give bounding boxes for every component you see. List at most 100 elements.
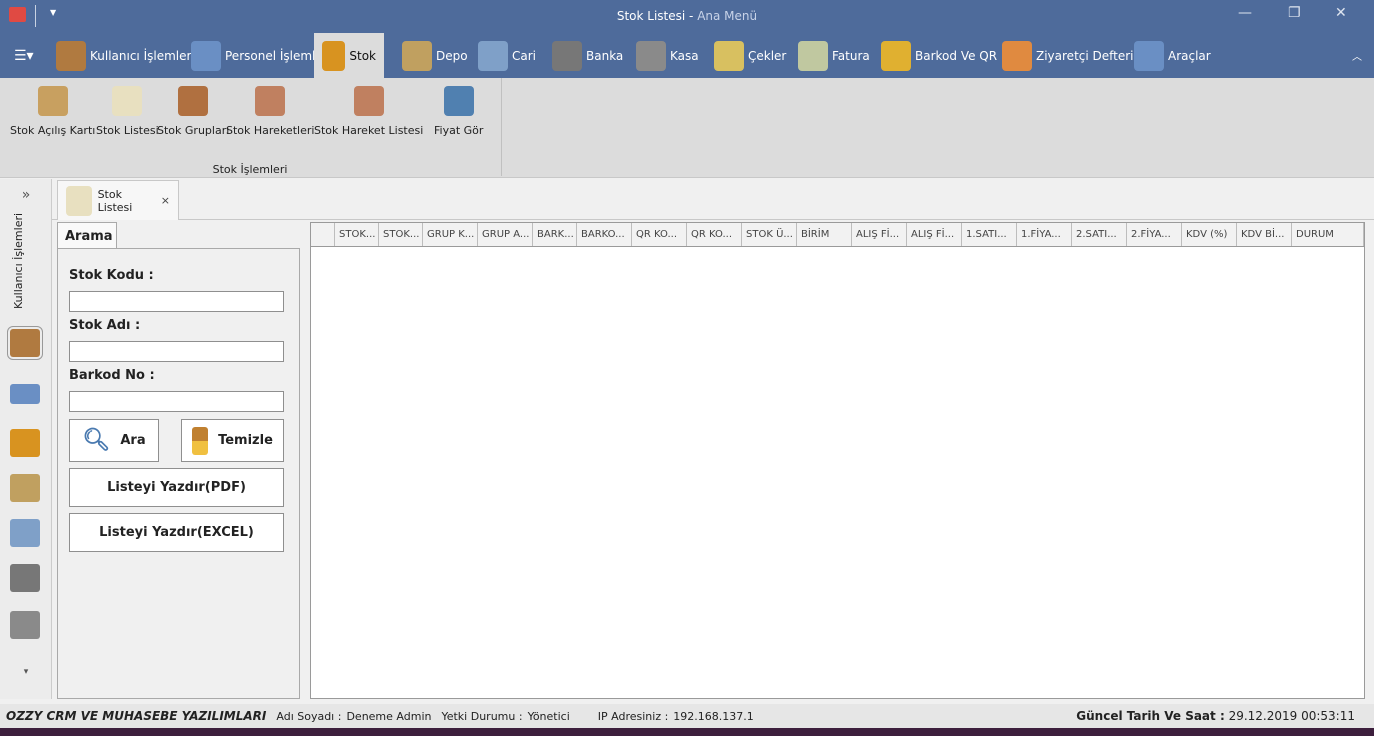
tab-label: Çekler xyxy=(748,48,787,63)
column-header[interactable]: GRUP K... xyxy=(423,223,478,246)
tab-kullanıcı-i-şlemleri[interactable]: Kullanıcı İşlemleri xyxy=(52,33,199,78)
tab-icon xyxy=(322,40,346,71)
column-header[interactable]: 2.SATI... xyxy=(1072,223,1127,246)
tab-label: Ziyaretçi Defteri xyxy=(1036,48,1134,63)
ribbon-tabs: ☰▾ Kullanıcı İşlemleri Personel İşlemleri… xyxy=(0,33,1374,78)
tab-label: Banka xyxy=(586,48,624,63)
tab-çekler[interactable]: Çekler xyxy=(710,33,790,78)
column-header[interactable]: STOK... xyxy=(335,223,379,246)
tab-label: Stok xyxy=(349,48,376,63)
broom-icon xyxy=(192,426,209,455)
column-header[interactable]: 1.FİYA... xyxy=(1017,223,1072,246)
ribbon-button-0[interactable]: Stok Açılış Kartı xyxy=(10,86,95,137)
column-header[interactable]: ALIŞ Fİ... xyxy=(907,223,962,246)
stok-adi-input[interactable] xyxy=(69,341,284,362)
column-header[interactable]: STOK Ü... xyxy=(742,223,797,246)
bank-icon[interactable] xyxy=(10,564,40,592)
tab-barkod-ve-qr[interactable]: Barkod Ve QR xyxy=(877,33,1001,78)
ribbon-button-icon xyxy=(353,86,384,116)
tab-depo[interactable]: Depo xyxy=(398,33,472,78)
status-bar: OZZY CRM VE MUHASEBE YAZILIMLARI Adı Soy… xyxy=(0,704,1374,728)
window-title: Stok Listesi - Ana Menü xyxy=(616,9,758,23)
ribbon-panel: Stok Açılış Kartı Stok Listesi Stok Grupla… xyxy=(0,78,1374,178)
column-header[interactable]: QR KO... xyxy=(632,223,687,246)
datetime-label: Güncel Tarih Ve Saat : xyxy=(1076,709,1225,723)
column-header[interactable]: ALIŞ Fİ... xyxy=(852,223,907,246)
barkod-label: Barkod No : xyxy=(69,368,155,383)
stok-kodu-input[interactable] xyxy=(69,291,284,312)
close-tab-icon[interactable]: × xyxy=(161,194,170,207)
tab-cari[interactable]: Cari xyxy=(474,33,540,78)
column-header[interactable]: DURUM xyxy=(1292,223,1364,246)
tab-icon xyxy=(636,40,666,71)
ribbon-button-1[interactable]: Stok Listesi xyxy=(96,86,159,137)
stock-grid[interactable]: STOK... STOK... GRUP K... GRUP A... BARK... B… xyxy=(310,222,1365,699)
collapse-ribbon-button[interactable]: ︿ xyxy=(1348,33,1366,78)
column-header[interactable]: BARKO... xyxy=(577,223,632,246)
tab-label: Cari xyxy=(512,48,536,63)
column-header[interactable]: STOK... xyxy=(379,223,423,246)
tab-label: Araçlar xyxy=(1168,48,1211,63)
user-icon[interactable] xyxy=(7,326,43,360)
search-panel: Arama Stok Kodu : Stok Adı : Barkod No :… xyxy=(57,222,300,699)
account-card-icon[interactable] xyxy=(10,519,40,547)
tab-label: Fatura xyxy=(832,48,870,63)
column-header[interactable]: BİRİM xyxy=(797,223,852,246)
column-header[interactable]: QR KO... xyxy=(687,223,742,246)
ribbon-button-2[interactable]: Stok Grupları xyxy=(157,86,229,137)
tab-icon xyxy=(881,40,911,71)
doc-tab-label: Stok Listesi xyxy=(97,187,133,214)
taskbar-strip xyxy=(0,728,1374,736)
column-header[interactable]: KDV Bİ... xyxy=(1237,223,1292,246)
column-header[interactable]: GRUP A... xyxy=(478,223,533,246)
ribbon-button-3[interactable]: Stok Hareketleri xyxy=(226,86,314,137)
tab-stok-listesi[interactable]: Stok Listesi × xyxy=(57,180,179,220)
column-header[interactable]: 1.SATI... xyxy=(962,223,1017,246)
ribbon-button-5[interactable]: Fiyat Gör xyxy=(434,86,483,137)
clear-button[interactable]: Temizle xyxy=(181,419,284,462)
search-button[interactable]: 🔍︎ Ara xyxy=(69,419,159,462)
warehouse-icon[interactable] xyxy=(10,474,40,502)
safe-icon[interactable] xyxy=(10,611,40,639)
minimize-button[interactable]: — xyxy=(1238,5,1252,21)
tab-fatura[interactable]: Fatura xyxy=(794,33,874,78)
expand-nav-button[interactable]: » xyxy=(0,187,52,203)
brand-label: OZZY CRM VE MUHASEBE YAZILIMLARI xyxy=(6,709,267,723)
tab-araçlar[interactable]: Araçlar xyxy=(1130,33,1215,78)
tab-icon xyxy=(402,40,432,71)
column-header[interactable]: 2.FİYA... xyxy=(1127,223,1182,246)
divider xyxy=(501,78,502,176)
app-menu-button[interactable]: ☰▾ xyxy=(10,33,38,78)
nav-group-label[interactable]: Kullanıcı İşlemleri xyxy=(12,189,25,309)
tab-personel-i-şlemleri[interactable]: Personel İşlemleri xyxy=(187,33,335,78)
tab-icon xyxy=(714,40,744,71)
print-excel-button[interactable]: Listeyi Yazdır(EXCEL) xyxy=(69,513,284,552)
tab-ziyaretçi-defteri[interactable]: Ziyaretçi Defteri xyxy=(998,33,1138,78)
title-subtitle: Ana Menü xyxy=(697,9,758,23)
restore-button[interactable]: ❐ xyxy=(1288,5,1301,21)
ribbon-button-4[interactable]: Stok Hareket Listesi xyxy=(314,86,423,137)
close-button[interactable]: ✕ xyxy=(1335,5,1347,21)
tab-stok[interactable]: Stok xyxy=(314,33,384,78)
tab-banka[interactable]: Banka xyxy=(548,33,627,78)
column-header[interactable]: BARK... xyxy=(533,223,577,246)
print-pdf-button[interactable]: Listeyi Yazdır(PDF) xyxy=(69,468,284,507)
magnifier-icon: 🔍︎ xyxy=(82,428,111,453)
column-header[interactable]: KDV (%) xyxy=(1182,223,1237,246)
role-label: Yetki Durumu : xyxy=(441,709,523,723)
ribbon-button-label: Stok Hareket Listesi xyxy=(314,124,424,137)
stock-icon[interactable] xyxy=(10,429,40,457)
stok-adi-label: Stok Adı : xyxy=(69,318,141,333)
ip-label: IP Adresiniz : xyxy=(597,709,669,723)
barkod-input[interactable] xyxy=(69,391,284,412)
ribbon-button-icon xyxy=(443,86,474,116)
ribbon-button-icon xyxy=(37,86,68,116)
tab-arama[interactable]: Arama xyxy=(57,222,117,248)
group-label: Stok İşlemleri xyxy=(212,163,288,176)
stok-kodu-label: Stok Kodu : xyxy=(69,268,154,283)
personnel-icon[interactable] xyxy=(10,384,40,404)
tab-kasa[interactable]: Kasa xyxy=(632,33,703,78)
tab-label: Depo xyxy=(436,48,468,63)
navigation-bar: » Kullanıcı İşlemleri ▾ xyxy=(0,179,52,699)
more-nav-button[interactable]: ▾ xyxy=(0,667,52,677)
